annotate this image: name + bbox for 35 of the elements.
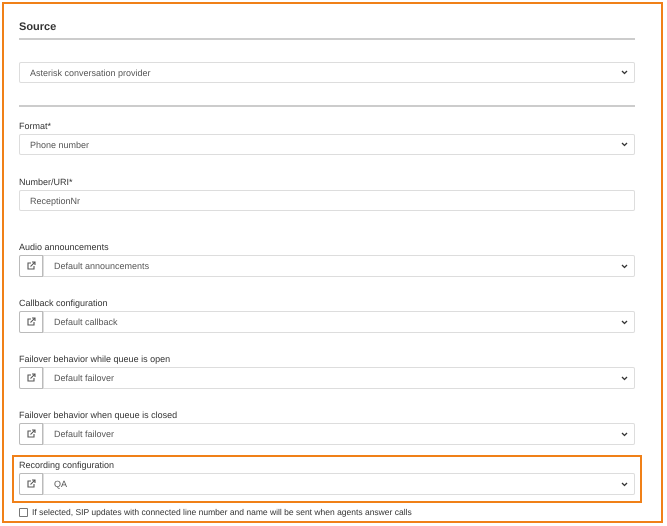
chevron-down-icon <box>621 70 628 75</box>
field-label: Recording configuration <box>19 459 116 472</box>
external-link-icon <box>26 317 36 327</box>
dropdown-select[interactable]: Default callback <box>43 311 635 333</box>
external-link-icon <box>26 373 36 383</box>
dropdown-select[interactable]: Default announcements <box>43 255 635 277</box>
dropdown-select[interactable]: QA <box>43 473 635 495</box>
chevron-down-icon <box>621 376 628 380</box>
field-label: Failover behavior when queue is closed <box>19 409 178 422</box>
dropdown-select[interactable]: Default failover <box>43 423 635 445</box>
external-link-icon <box>26 479 36 489</box>
field-label: Format* <box>19 120 52 133</box>
field-label: Failover behavior while queue is open <box>19 353 172 366</box>
external-link-icon <box>26 429 36 439</box>
checkbox[interactable] <box>19 508 28 516</box>
open-link-button[interactable] <box>19 367 43 389</box>
open-link-button[interactable] <box>19 255 43 277</box>
field-label: Callback configuration <box>19 297 109 310</box>
chevron-down-icon <box>621 142 628 147</box>
open-link-button[interactable] <box>19 311 43 333</box>
input-field[interactable]: ReceptionNr <box>19 190 635 211</box>
section-title: Source <box>19 20 58 35</box>
dropdown-select[interactable]: Default failover <box>43 367 635 389</box>
provider-select[interactable]: Asterisk conversation provider <box>19 62 635 83</box>
field-label: Number/URI* <box>19 176 74 189</box>
field-label: Audio announcements <box>19 241 110 254</box>
chevron-down-icon <box>621 264 628 268</box>
external-link-icon <box>26 261 36 271</box>
chevron-down-icon <box>621 482 628 486</box>
format-select[interactable]: Phone number <box>19 134 635 155</box>
chevron-down-icon <box>621 432 628 436</box>
checkbox-label: If selected, SIP updates with connected line number and name will be sent when agents answer calls <box>32 507 412 517</box>
open-link-button[interactable] <box>19 473 43 495</box>
chevron-down-icon <box>621 320 628 324</box>
open-link-button[interactable] <box>19 423 43 445</box>
